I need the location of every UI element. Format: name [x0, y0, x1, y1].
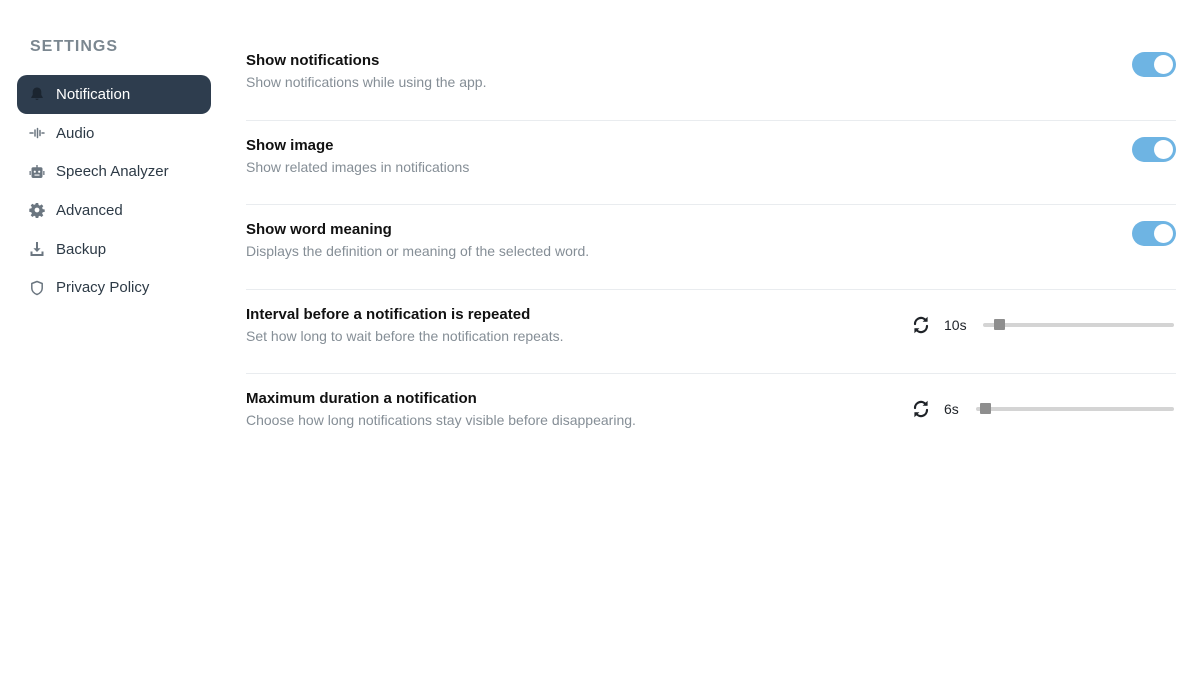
toggle-knob — [1154, 139, 1173, 159]
sidebar-title: SETTINGS — [30, 38, 119, 55]
toggle-knob — [1154, 224, 1173, 243]
audio-wave-icon — [29, 125, 45, 141]
toggle-knob — [1154, 55, 1173, 74]
sidebar-item-label: Notification — [56, 85, 131, 103]
setting-description: Displays the definition or meaning of th… — [246, 243, 590, 259]
show-word-meaning-toggle[interactable] — [1132, 221, 1176, 246]
sidebar-item-privacy-policy[interactable]: Privacy Policy — [17, 268, 211, 307]
repeat-interval-control: 10s — [911, 315, 1176, 335]
setting-description: Show related images in notifications — [246, 158, 470, 175]
setting-title: Interval before a notification is repeat… — [246, 305, 531, 323]
show-notifications-toggle[interactable] — [1132, 52, 1176, 77]
setting-row-show-word-meaning: Show word meaning Displays the definitio… — [246, 205, 1176, 290]
bell-icon — [29, 86, 45, 102]
setting-title: Show notifications — [246, 52, 380, 69]
sidebar-item-label: Backup — [56, 240, 107, 258]
repeat-interval-slider[interactable] — [983, 318, 1174, 330]
max-duration-control: 6s — [911, 399, 1176, 419]
gear-icon — [29, 202, 45, 219]
sidebar-item-label: Speech Analyzer — [56, 163, 169, 181]
setting-row-show-notifications: Show notifications Show notifications wh… — [246, 36, 1176, 121]
setting-row-show-image: Show image Show related images in notifi… — [246, 121, 1176, 205]
sidebar-item-audio[interactable]: Audio — [17, 114, 211, 153]
sidebar-item-backup[interactable]: Backup — [17, 230, 211, 269]
reset-icon[interactable] — [911, 315, 931, 335]
sidebar-item-label: Privacy Policy — [56, 279, 150, 297]
shield-icon — [29, 280, 45, 296]
sidebar-nav: Notification Audio Speech Analyzer Advan… — [17, 75, 211, 307]
setting-title: Maximum duration a notification — [246, 390, 477, 407]
show-image-toggle[interactable] — [1132, 136, 1176, 162]
setting-title: Show image — [246, 136, 334, 154]
reset-icon[interactable] — [911, 399, 931, 419]
download-icon — [29, 241, 45, 257]
setting-description: Choose how long notifications stay visib… — [246, 412, 636, 428]
slider-thumb[interactable] — [979, 403, 991, 414]
sidebar: SETTINGS Notification Audio Speech Analy… — [0, 0, 228, 680]
setting-description: Set how long to wait before the notifica… — [246, 327, 564, 344]
sidebar-item-notification[interactable]: Notification — [17, 75, 211, 114]
sidebar-item-label: Audio — [56, 124, 95, 142]
setting-title: Show word meaning — [246, 221, 392, 238]
slider-value: 6s — [944, 401, 959, 417]
sidebar-item-label: Advanced — [56, 201, 123, 219]
setting-row-max-duration: Maximum duration a notification Choose h… — [246, 374, 1176, 459]
max-duration-slider[interactable] — [976, 403, 1174, 414]
sidebar-item-advanced[interactable]: Advanced — [17, 191, 211, 230]
slider-thumb[interactable] — [993, 318, 1005, 330]
sidebar-item-speech-analyzer[interactable]: Speech Analyzer — [17, 152, 211, 191]
setting-row-repeat-interval: Interval before a notification is repeat… — [246, 290, 1176, 374]
slider-value: 10s — [944, 316, 967, 333]
setting-description: Show notifications while using the app. — [246, 74, 487, 90]
robot-icon — [29, 164, 45, 180]
